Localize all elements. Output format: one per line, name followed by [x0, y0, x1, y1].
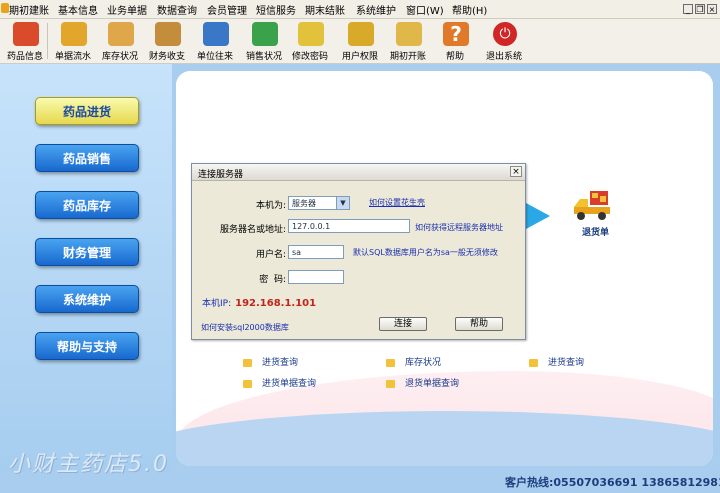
quick-link-label: 进货查询	[262, 358, 299, 368]
background-wave	[176, 411, 713, 466]
minimize-button[interactable]: _	[683, 4, 693, 14]
menu-bar: 期初建账 基本信息 业务单据 数据查询 会员管理 短信服务 期末结账 系统维护 …	[0, 0, 720, 19]
menu-window[interactable]: 窗口(W)	[406, 2, 444, 17]
folder-icon	[529, 358, 538, 367]
machine-role-select[interactable]: 服务器 ▼	[288, 196, 350, 210]
menu-member[interactable]: 会员管理	[207, 2, 247, 17]
menu-opening[interactable]: 期初建账	[9, 2, 49, 17]
medicine-info-icon	[13, 22, 39, 46]
sidebar-item-purchase[interactable]: 药品进货	[35, 97, 139, 125]
toolbar-label: 退出系统	[485, 52, 522, 62]
quick-link-label: 退货单据查询	[405, 379, 460, 389]
finance-icon	[155, 22, 181, 46]
app-icon	[1, 3, 9, 13]
contacts-icon	[203, 22, 229, 46]
help-icon: ?	[443, 22, 469, 46]
dialog-close-icon[interactable]: ×	[510, 166, 522, 177]
username-label: 用户名:	[255, 250, 286, 260]
menu-sms[interactable]: 短信服务	[256, 2, 296, 17]
local-ip: 本机IP: 192.168.1.101	[202, 296, 316, 309]
password-input[interactable]	[288, 270, 344, 284]
toolbar: 药品信息 单据流水 库存状况 财务收支 单位往来 销售状况 修改密码 用户权限 …	[0, 19, 720, 64]
quick-link-purchase-doc-query[interactable]: 进货单据查询	[243, 376, 316, 389]
local-ip-label: 本机IP:	[202, 299, 232, 309]
product-watermark: 小财主药店5.0	[8, 452, 169, 477]
document-flow-icon	[61, 22, 87, 46]
dialog-title: 连接服务器	[198, 170, 244, 180]
quick-link-label: 进货单据查询	[262, 379, 317, 389]
password-icon	[298, 22, 324, 46]
menu-period-end[interactable]: 期末结账	[305, 2, 345, 17]
quick-link-return-doc-query[interactable]: 退货单据查询	[386, 376, 459, 389]
machine-label: 本机为:	[255, 201, 286, 211]
stock-box-icon	[108, 22, 134, 46]
menu-basic-info[interactable]: 基本信息	[58, 2, 98, 17]
return-order-label[interactable]: 退货单	[582, 225, 609, 238]
username-hint: 默认SQL数据库用户名为sa一般无须修改	[353, 248, 498, 257]
flow-arrow-icon	[526, 203, 550, 229]
sidebar-item-sales[interactable]: 药品销售	[35, 144, 139, 172]
customer-hotline: 客户热线:05507036691 13865812981	[505, 476, 720, 489]
password-label: 密 码:	[259, 275, 286, 285]
sidebar-item-finance[interactable]: 财务管理	[35, 238, 139, 266]
open-account-icon	[396, 22, 422, 46]
quick-link-purchase-query[interactable]: 进货查询	[243, 355, 298, 368]
folder-icon	[386, 358, 395, 367]
toolbar-exit-button[interactable]: ⏻ 退出系统	[479, 19, 529, 63]
remote-server-link[interactable]: 如何获得远程服务器地址	[415, 222, 503, 233]
power-icon: ⏻	[493, 22, 517, 46]
install-sql-link[interactable]: 如何安装sql2000数据库	[201, 322, 289, 333]
server-label: 服务器名或地址:	[219, 225, 286, 235]
server-address-input[interactable]: 127.0.0.1	[288, 219, 410, 233]
quick-link-label: 进货查询	[548, 358, 585, 368]
connect-button[interactable]: 连接	[379, 317, 427, 331]
folder-icon	[243, 379, 252, 388]
quick-link-label: 库存状况	[405, 358, 442, 368]
username-input[interactable]: sa	[288, 245, 344, 259]
toolbar-change-password-button[interactable]: 修改密码	[285, 19, 335, 63]
machine-role-value: 服务器	[292, 199, 316, 208]
sidebar-item-inventory[interactable]: 药品库存	[35, 191, 139, 219]
folder-icon	[243, 358, 252, 367]
sidebar-item-system[interactable]: 系统维护	[35, 285, 139, 313]
user-permission-icon	[348, 22, 374, 46]
peanut-shell-setup-link[interactable]: 如何设置花生壳	[369, 197, 425, 208]
menu-data-query[interactable]: 数据查询	[157, 2, 197, 17]
close-button[interactable]: ×	[707, 4, 717, 14]
sidebar-item-help-support[interactable]: 帮助与支持	[35, 332, 139, 360]
sidebar: 药品进货 药品销售 药品库存 财务管理 系统维护 帮助与支持	[0, 64, 172, 472]
restore-button[interactable]: ❐	[695, 4, 705, 14]
chevron-down-icon[interactable]: ▼	[336, 197, 349, 209]
menu-help[interactable]: 帮助(H)	[452, 2, 487, 17]
dialog-titlebar[interactable]: 连接服务器 ×	[192, 164, 525, 181]
menu-business-docs[interactable]: 业务单据	[107, 2, 147, 17]
quick-link-stock-status[interactable]: 库存状况	[386, 355, 441, 368]
folder-icon	[386, 379, 395, 388]
connect-server-dialog: 连接服务器 × 本机为: 服务器 ▼ 如何设置花生壳 服务器名或地址: 127.…	[191, 163, 526, 340]
local-ip-value: 192.168.1.101	[235, 298, 317, 309]
quick-link-purchase-query-2[interactable]: 进货查询	[529, 355, 584, 368]
menu-system[interactable]: 系统维护	[356, 2, 396, 17]
return-truck-icon[interactable]	[572, 189, 612, 223]
sales-chart-icon	[252, 22, 278, 46]
dialog-help-button[interactable]: 帮助	[455, 317, 503, 331]
